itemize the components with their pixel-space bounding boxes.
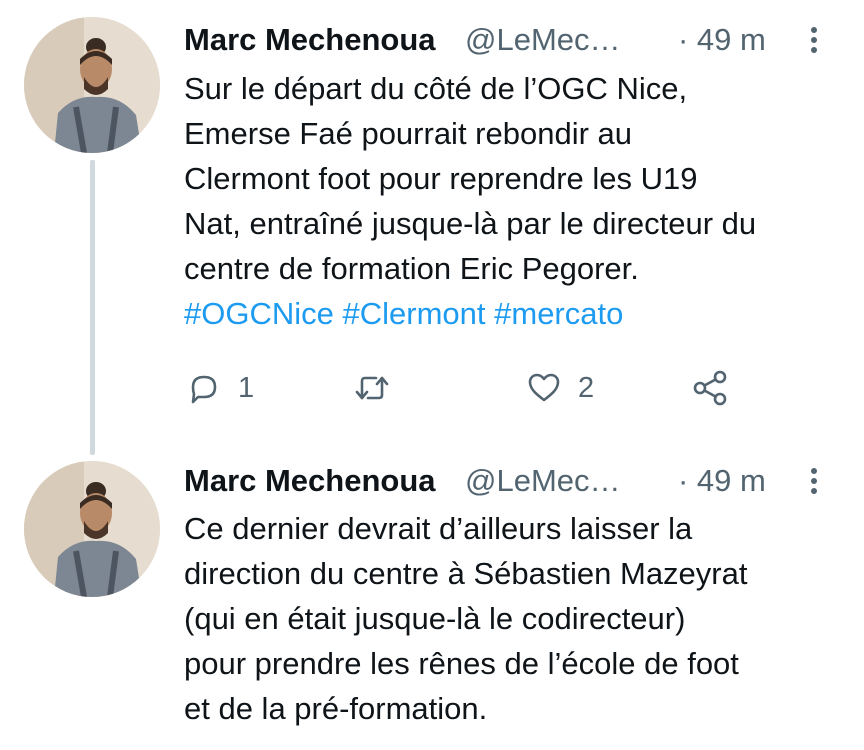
hashtag-link[interactable]: #Clermont: [343, 296, 486, 331]
like-button[interactable]: 2: [524, 366, 594, 410]
more-vertical-icon[interactable]: [804, 465, 824, 497]
share-button[interactable]: [690, 366, 730, 410]
reply-icon: [191, 375, 217, 404]
avatar[interactable]: [24, 461, 160, 597]
tweet[interactable]: Marc Mechenoua @LeMec… · 49 m Sur le dép…: [0, 0, 864, 455]
more-vertical-icon[interactable]: [804, 24, 824, 56]
tweet-line: centre de formation Eric Pegorer.: [184, 251, 639, 286]
tweet-line: et de la pré-formation.: [184, 691, 488, 726]
timestamp[interactable]: · 49 m: [678, 461, 766, 501]
tweet-line: Sur le départ du côté de l’OGC Nice,: [184, 71, 688, 106]
tweet-line: (qui en était jusque-là le codirecteur): [184, 601, 686, 636]
timestamp[interactable]: · 49 m: [678, 20, 766, 60]
tweet-text: Sur le départ du côté de l’OGC Nice, Eme…: [184, 66, 854, 336]
hashtag-link[interactable]: #mercato: [494, 296, 623, 331]
tweet-line: direction du centre à Sébastien Mazeyrat: [184, 556, 748, 591]
thread-connector: [90, 160, 95, 455]
tweet-line: Clermont foot pour reprendre les U19: [184, 161, 698, 196]
avatar[interactable]: [24, 17, 160, 153]
tweet-header: Marc Mechenoua @LeMec… · 49 m: [184, 20, 844, 60]
avatar-photo: [24, 17, 160, 153]
tweet-header: Marc Mechenoua @LeMec… · 49 m: [184, 461, 844, 501]
retweet-icon: [355, 376, 389, 400]
tweet-line: pour prendre les rênes de l’école de foo…: [184, 646, 739, 681]
tweet-line: Nat, entraîné jusque-là par le directeur…: [184, 206, 757, 241]
avatar-photo: [24, 461, 160, 597]
like-count: 2: [578, 371, 595, 404]
heart-icon: [528, 373, 560, 402]
author-handle[interactable]: @LeMec…: [465, 20, 621, 60]
tweet[interactable]: Marc Mechenoua @LeMec… · 49 m Ce dernier…: [0, 455, 864, 750]
author-name[interactable]: Marc Mechenoua: [184, 461, 436, 501]
hashtag-link[interactable]: #OGCNice: [184, 296, 334, 331]
tweet-actions: 1 2: [184, 366, 744, 410]
tweet-line: Ce dernier devrait d’ailleurs laisser la: [184, 511, 693, 546]
share-icon: [693, 370, 727, 406]
author-handle[interactable]: @LeMec…: [465, 461, 621, 501]
reply-count: 1: [238, 371, 255, 404]
retweet-button[interactable]: [352, 366, 406, 410]
reply-button[interactable]: 1: [184, 366, 254, 410]
tweet-line: Emerse Faé pourrait rebondir au: [184, 116, 633, 151]
author-name[interactable]: Marc Mechenoua: [184, 20, 436, 60]
hashtag-list: #OGCNice #Clermont #mercato: [184, 291, 854, 336]
tweet-text: Ce dernier devrait d’ailleurs laisser la…: [184, 506, 854, 731]
